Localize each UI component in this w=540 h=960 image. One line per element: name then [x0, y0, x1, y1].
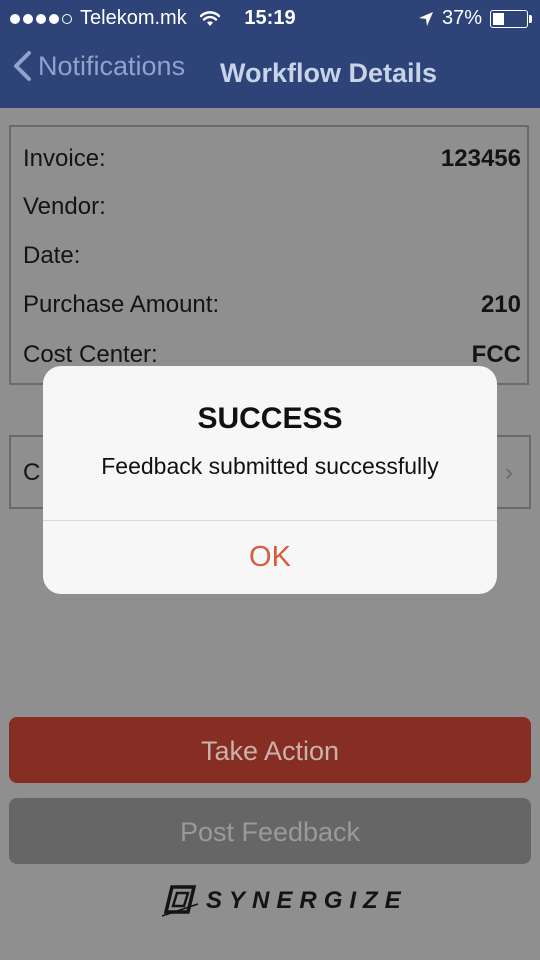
battery-percent: 37%: [441, 7, 482, 29]
detail-row-vendor: Vendor:: [23, 193, 521, 233]
detail-label: Purchase Amount:: [23, 291, 220, 318]
detail-label: Invoice:: [23, 145, 106, 172]
detail-label: Vendor:: [23, 193, 106, 220]
logo-mark-icon: [161, 885, 199, 917]
detail-row-invoice: Invoice: 123456: [23, 145, 521, 185]
location-arrow-icon: [418, 11, 433, 26]
take-action-button[interactable]: Take Action: [9, 717, 531, 783]
post-feedback-button[interactable]: Post Feedback: [9, 798, 531, 864]
alert-title: SUCCESS: [197, 402, 343, 435]
detail-label: Date:: [23, 242, 81, 269]
nav-bar: Notifications Workflow Details: [0, 44, 540, 102]
detail-value: 210: [480, 291, 521, 318]
ok-button[interactable]: OK: [43, 521, 497, 594]
chevron-right-icon: ›: [505, 459, 513, 486]
detail-value: FCC: [471, 341, 521, 368]
success-alert: SUCCESS Feedback submitted successfully …: [43, 366, 497, 594]
detail-row-date: Date:: [23, 242, 521, 282]
detail-row-purchase-amount: Purchase Amount: 210: [23, 291, 521, 331]
battery-icon: [490, 9, 532, 28]
detail-label: Cost Center:: [23, 341, 158, 368]
comments-label: C: [23, 459, 41, 486]
details-card: Invoice: 123456 Vendor: Date: Purchase A…: [9, 125, 529, 385]
battery-fill: [493, 12, 504, 25]
logo-text: SYNERGIZE: [206, 887, 408, 914]
alert-message: Feedback submitted successfully: [101, 453, 439, 479]
status-right: 37%: [418, 7, 532, 30]
chevron-left-icon: [14, 51, 31, 81]
detail-value: 123456: [440, 145, 521, 172]
status-bar: Telekom.mk 15:19 37%: [0, 0, 540, 36]
header: Telekom.mk 15:19 37% Notifications Workf…: [0, 0, 540, 108]
page-title: Workflow Details: [220, 58, 438, 88]
synergize-logo: SYNERGIZE: [160, 884, 408, 918]
back-label: Notifications: [38, 50, 186, 81]
back-button[interactable]: Notifications: [12, 50, 185, 82]
